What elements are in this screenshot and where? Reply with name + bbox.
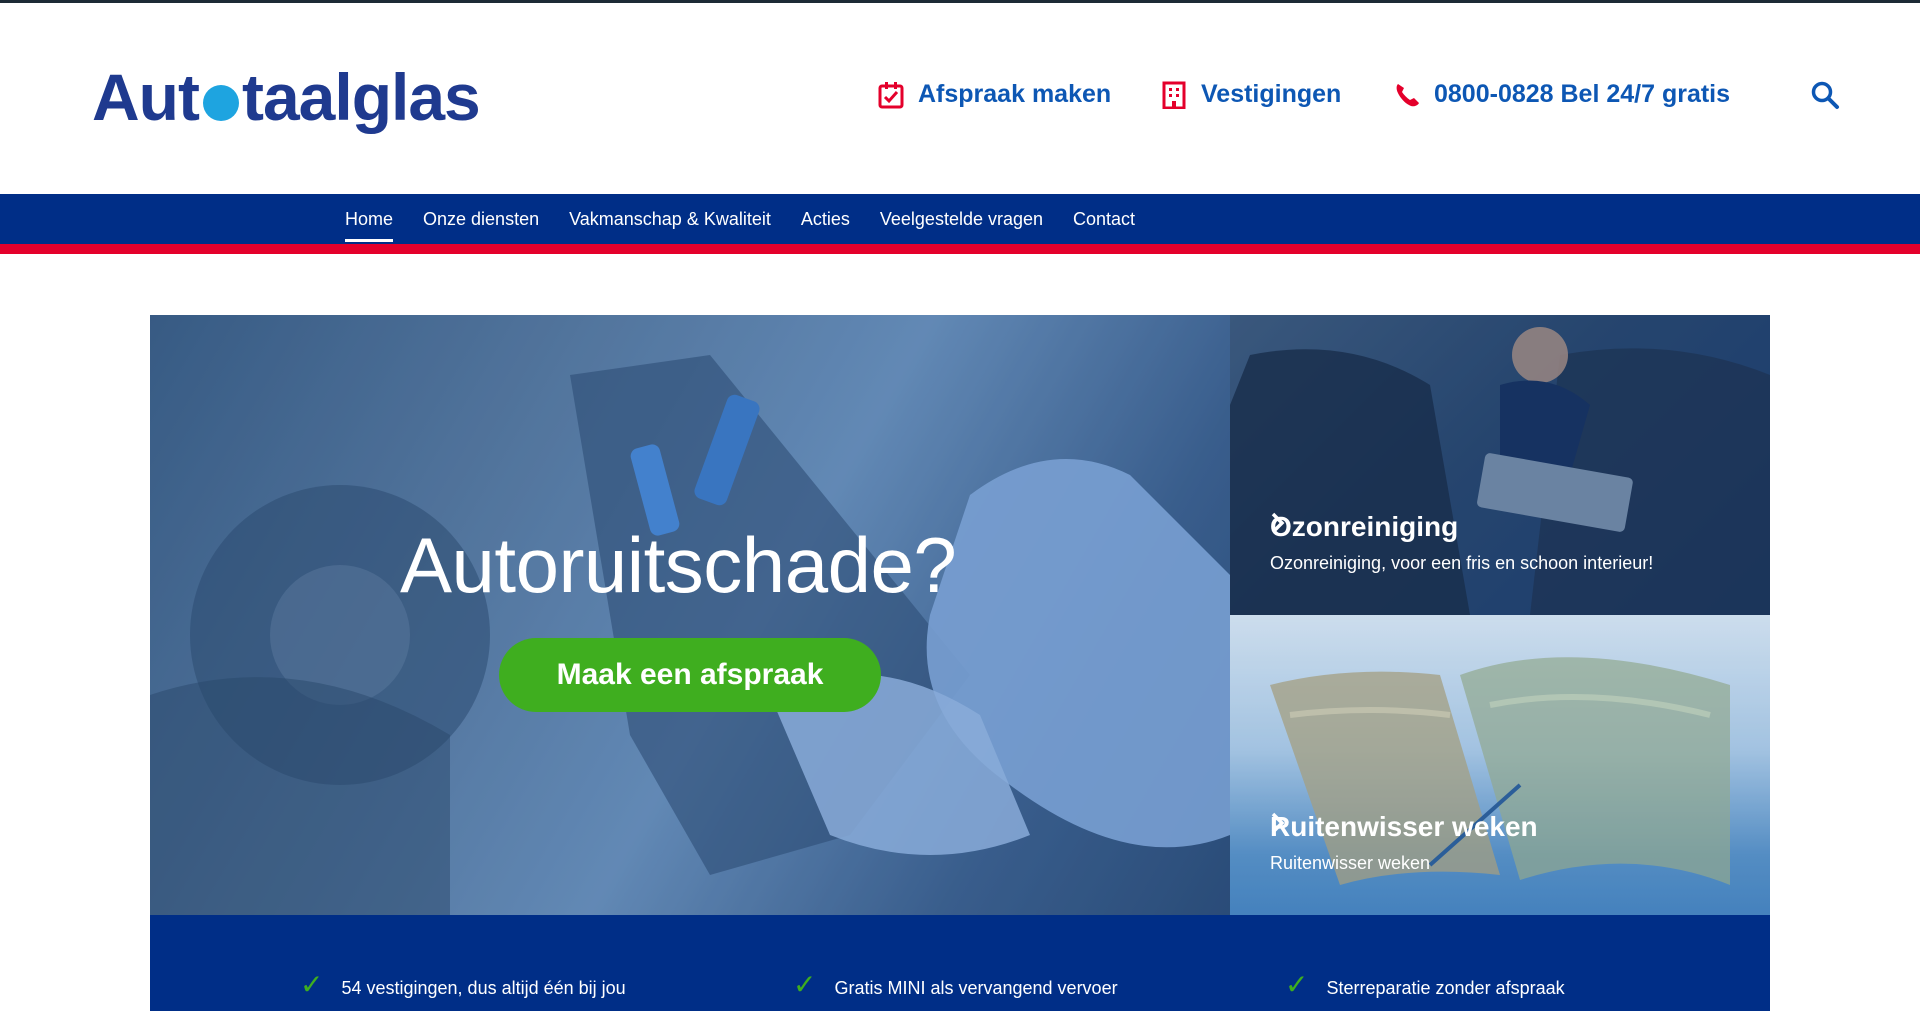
nav-item-contact[interactable]: Contact — [1073, 194, 1135, 244]
hero-title: Autoruitschade? — [400, 521, 957, 609]
main-nav: Home Onze diensten Vakmanschap & Kwalite… — [345, 194, 1135, 244]
calendar-check-icon — [878, 81, 904, 109]
vestigingen-link[interactable]: Vestigingen — [1161, 80, 1341, 109]
promo-subtitle-ozonreiniging: Ozonreiniging, voor een fris en schoon i… — [1270, 553, 1654, 573]
usp-item: ✓ 54 vestigingen, dus altijd één bij jou — [300, 969, 626, 1001]
usp-text: Sterreparatie zonder afspraak — [1326, 978, 1565, 998]
vestigingen-label: Vestigingen — [1201, 80, 1342, 108]
phone-label: 0800-0828 Bel 24/7 gratis — [1434, 80, 1731, 108]
promo-card-ruitenwisser[interactable]: Ruitenwisser weken Ruitenwisser weken — [1230, 615, 1770, 915]
promo-card-ozonreiniging[interactable]: Ozonreiniging Ozonreiniging, voor een fr… — [1230, 315, 1770, 615]
nav-item-acties[interactable]: Acties — [801, 194, 850, 244]
logo-dot — [202, 85, 239, 121]
promo-subtitle-ruitenwisser: Ruitenwisser weken — [1270, 853, 1431, 873]
afspraak-maken-label: Afspraak maken — [918, 80, 1112, 108]
nav-item-vakmanschap[interactable]: Vakmanschap & Kwaliteit — [569, 194, 771, 244]
autotaalglas-logo[interactable]: Aut taalglas — [92, 60, 481, 134]
top-rule — [0, 0, 1920, 3]
check-icon: ✓ — [793, 969, 817, 1000]
make-appointment-button[interactable]: Maak een afspraak — [499, 638, 881, 712]
nav-item-onze-diensten[interactable]: Onze diensten — [423, 194, 539, 244]
chevron-right-icon — [1271, 812, 1285, 834]
logo-text-left: Aut — [92, 60, 200, 134]
usp-item: ✓ Sterreparatie zonder afspraak — [1285, 969, 1565, 1001]
hero-banner: Autoruitschade? Maak een afspraak — [150, 315, 1230, 915]
promo-title-ruitenwisser[interactable]: Ruitenwisser weken — [1270, 811, 1538, 843]
building-icon — [1161, 81, 1187, 109]
check-icon: ✓ — [1285, 969, 1309, 1000]
hero-image — [150, 315, 1230, 915]
phone-icon — [1394, 81, 1420, 109]
search-button[interactable] — [1810, 80, 1840, 110]
afspraak-maken-link[interactable]: Afspraak maken — [878, 80, 1111, 109]
usp-item: ✓ Gratis MINI als vervangend vervoer — [793, 969, 1118, 1001]
nav-item-home[interactable]: Home — [345, 194, 394, 244]
usp-bar: ✓ 54 vestigingen, dus altijd één bij jou… — [150, 915, 1770, 1011]
nav-item-faq[interactable]: Veelgestelde vragen — [880, 194, 1043, 244]
nav-red-stripe — [0, 244, 1920, 254]
check-icon: ✓ — [300, 969, 324, 1000]
search-icon — [1811, 81, 1839, 109]
usp-text: Gratis MINI als vervangend vervoer — [834, 978, 1118, 998]
phone-link[interactable]: 0800-0828 Bel 24/7 gratis — [1394, 80, 1730, 109]
promo-title-ozonreiniging[interactable]: Ozonreiniging — [1270, 511, 1458, 543]
logo-text-right: taalglas — [241, 60, 481, 134]
chevron-right-icon — [1271, 512, 1285, 534]
usp-text: 54 vestigingen, dus altijd één bij jou — [341, 978, 626, 998]
